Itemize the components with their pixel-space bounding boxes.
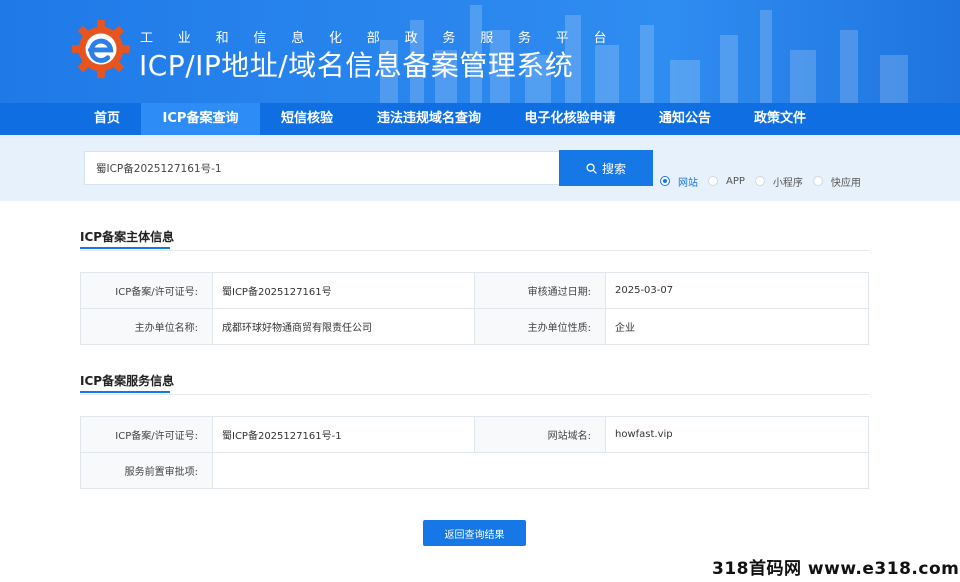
organizer-name-value: 成都环球好物通商贸有限责任公司	[212, 308, 475, 345]
radio-quick-app[interactable]: 快应用	[812, 174, 861, 189]
nav-item-e-verify-apply[interactable]: 电子化核验申请	[512, 103, 628, 135]
radio-quick-app-label: 快应用	[830, 177, 861, 189]
search-input[interactable]	[84, 151, 560, 185]
radio-mini-program-label: 小程序	[772, 177, 803, 189]
table-row: 服务前置审批项:	[80, 452, 869, 489]
section-title-subject: ICP备案主体信息	[80, 228, 175, 249]
table-row: ICP备案/许可证号: 蜀ICP备2025127161号 审核通过日期: 202…	[80, 272, 869, 309]
radio-app[interactable]: APP	[708, 176, 745, 187]
radio-dot-icon	[754, 176, 765, 186]
search-button-label: 搜索	[601, 161, 626, 176]
section-title-subject-text: ICP备案主体信息	[80, 230, 175, 244]
search-type-group: 网站 APP 小程序 快应用	[660, 173, 871, 189]
gear-e-logo-icon	[71, 19, 131, 79]
approval-date-value: 2025-03-07	[605, 272, 869, 309]
subject-info-table: ICP备案/许可证号: 蜀ICP备2025127161号 审核通过日期: 202…	[80, 272, 869, 345]
section-underline	[80, 247, 170, 249]
back-to-results-button[interactable]: 返回查询结果	[423, 520, 526, 546]
radio-website-label: 网站	[678, 177, 698, 189]
organizer-type-value: 企业	[605, 308, 869, 345]
nav-item-notices[interactable]: 通知公告	[645, 103, 725, 135]
field-label: 主办单位性质:	[474, 308, 606, 345]
main-nav: 首页 ICP备案查询 短信核验 违法违规域名查询 电子化核验申请 通知公告 政策…	[0, 103, 960, 135]
table-row: 主办单位名称: 成都环球好物通商贸有限责任公司 主办单位性质: 企业	[80, 308, 869, 345]
nav-item-icp-query[interactable]: ICP备案查询	[141, 103, 260, 135]
field-label: 主办单位名称:	[80, 308, 213, 345]
section-divider	[80, 250, 869, 251]
field-label: 审核通过日期:	[474, 272, 606, 309]
page-title: ICP/IP地址/域名信息备案管理系统	[139, 49, 574, 82]
nav-item-sms-verify[interactable]: 短信核验	[268, 103, 346, 135]
radio-mini-program[interactable]: 小程序	[754, 174, 803, 189]
section-title-service-text: ICP备案服务信息	[80, 374, 175, 388]
section-underline	[80, 391, 170, 393]
radio-app-label: APP	[726, 175, 745, 187]
field-label: 服务前置审批项:	[80, 452, 213, 489]
nav-item-policy[interactable]: 政策文件	[740, 103, 820, 135]
field-label: 网站域名:	[474, 416, 606, 453]
field-label: ICP备案/许可证号:	[80, 416, 213, 453]
website-domain-value: howfast.vip	[605, 416, 869, 453]
section-title-service: ICP备案服务信息	[80, 372, 175, 393]
service-info-table: ICP备案/许可证号: 蜀ICP备2025127161号-1 网站域名: how…	[80, 416, 869, 489]
field-label: ICP备案/许可证号:	[80, 272, 213, 309]
site-watermark: 318首码网 www.e318.com	[712, 559, 960, 579]
service-icp-license-value: 蜀ICP备2025127161号-1	[212, 416, 475, 453]
radio-dot-icon	[708, 176, 718, 186]
radio-dot-icon	[812, 176, 823, 186]
pre-approval-value	[212, 452, 869, 489]
icp-license-value: 蜀ICP备2025127161号	[212, 272, 475, 309]
radio-website[interactable]: 网站	[660, 174, 698, 189]
search-button[interactable]: 搜索	[559, 150, 653, 186]
radio-dot-icon	[660, 176, 670, 186]
table-row: ICP备案/许可证号: 蜀ICP备2025127161号-1 网站域名: how…	[80, 416, 869, 453]
section-divider	[80, 394, 869, 395]
search-bar: 搜索 网站 APP 小程序 快应用	[0, 135, 960, 201]
search-icon	[586, 162, 597, 174]
nav-item-home[interactable]: 首页	[74, 103, 140, 135]
header-banner: 工业和信息化部政务服务平台 ICP/IP地址/域名信息备案管理系统	[0, 0, 960, 103]
nav-item-illegal-domain[interactable]: 违法违规域名查询	[364, 103, 494, 135]
